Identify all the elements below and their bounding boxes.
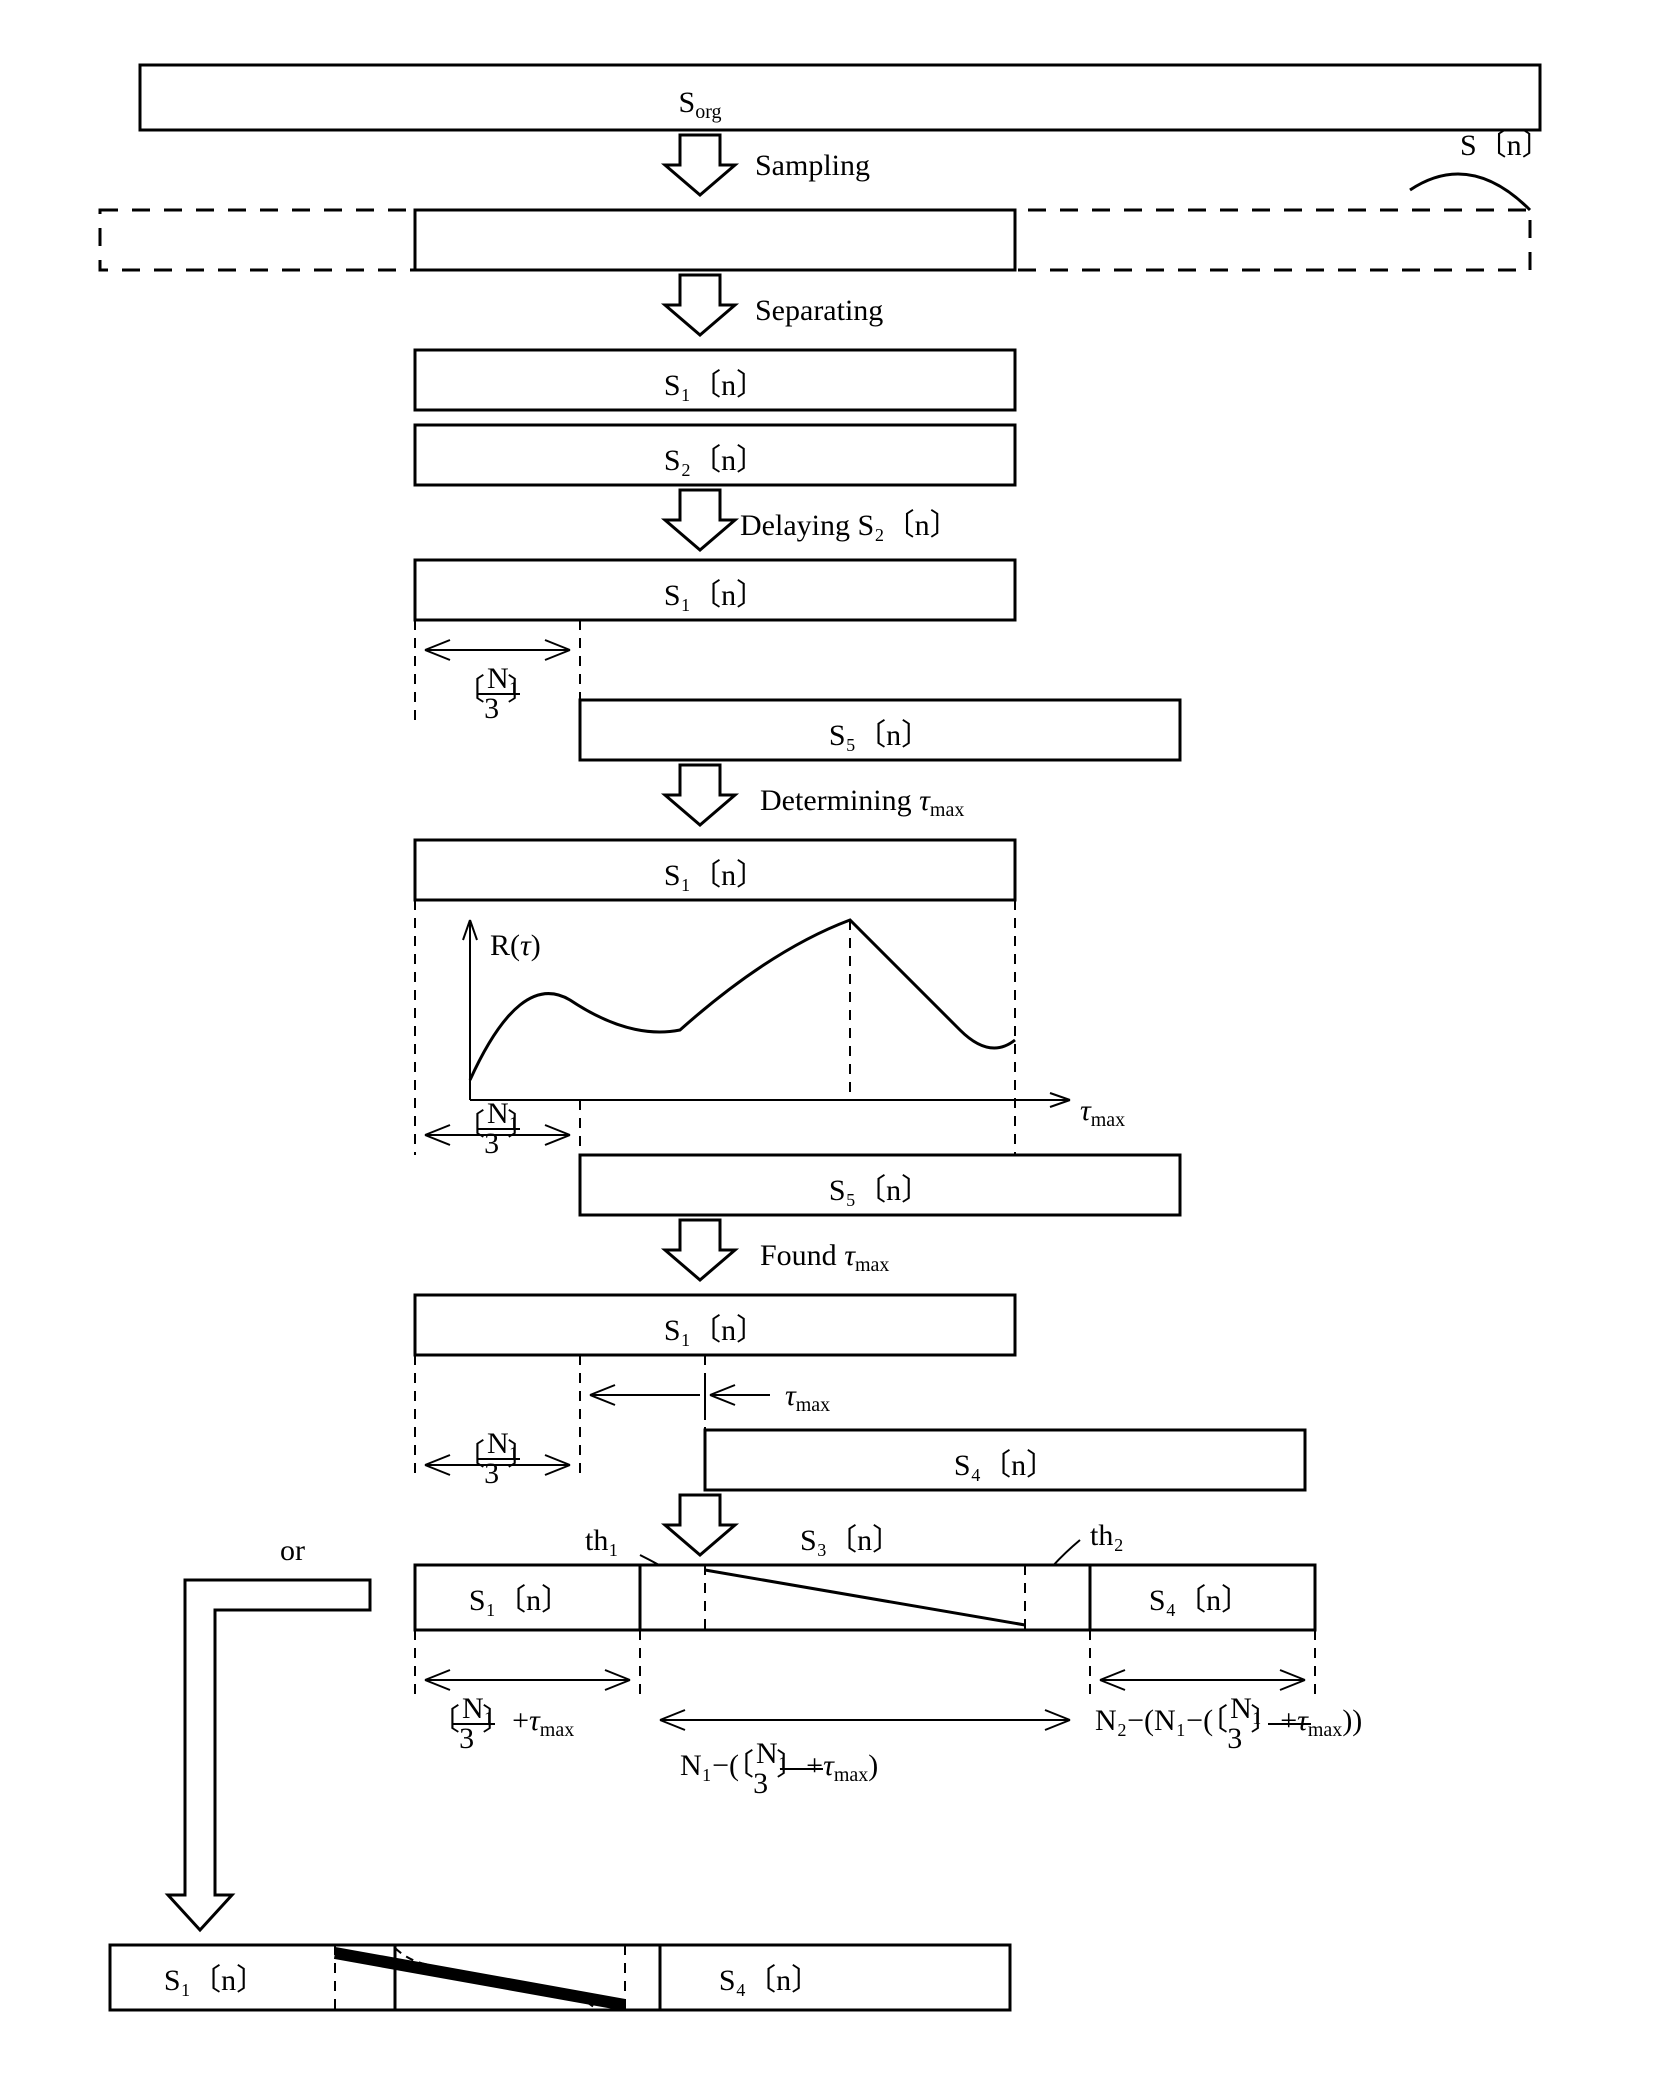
- svg-text:〔N₁3〕+τmax: 〔N₁3〕+τmax: [430, 1692, 574, 1755]
- n1-3-dim-2: 〔N₁3〕: [425, 1097, 570, 1160]
- svg-text:τmax: τmax: [1080, 1094, 1125, 1131]
- s4n-label-2: S₄〔n〕: [1149, 1584, 1251, 1617]
- or-label: or: [280, 1534, 305, 1567]
- s3n-label: S₃〔n〕: [800, 1524, 902, 1557]
- sn-inner-box: [415, 210, 1015, 270]
- or-arrow: [168, 1580, 370, 1930]
- sorg-box: [140, 65, 1540, 130]
- svg-text:N₂−(N₁−(〔N₁3〕+τmax)): N₂−(N₁−(〔N₁3〕+τmax)): [1095, 1692, 1362, 1755]
- arrow-th: [665, 1495, 735, 1555]
- n1-3-dim-1: 〔N₁3〕: [425, 640, 570, 725]
- determining-label: Determining τmax: [760, 784, 964, 821]
- separating-label: Separating: [755, 294, 883, 327]
- delaying-label: Delaying S₂〔n〕: [740, 509, 960, 542]
- s1n-label-5: S₁〔n〕: [469, 1584, 571, 1617]
- found-label: Found τmax: [760, 1239, 889, 1276]
- s1n-label-4: S₁〔n〕: [664, 1314, 766, 1347]
- sn-leader: [1410, 174, 1530, 210]
- s1n-label-1: S₁〔n〕: [664, 369, 766, 402]
- arrow-sampling: [665, 135, 735, 195]
- n1-3-dim-3: 〔N₁3〕: [425, 1427, 570, 1490]
- arrow-found: [665, 1220, 735, 1280]
- svg-text:N₁−(〔N₁3〕+τmax): N₁−(〔N₁3〕+τmax): [680, 1737, 878, 1800]
- sn-label: S〔n〕: [1460, 129, 1552, 162]
- arrow-determining: [665, 765, 735, 825]
- th2-label: th₂: [1090, 1519, 1124, 1552]
- s2n-label: S₂〔n〕: [664, 444, 766, 477]
- th1-label: th₁: [585, 1524, 619, 1557]
- arrow-delaying: [665, 490, 735, 550]
- s1n-label-2: S₁〔n〕: [664, 579, 766, 612]
- svg-text:τmax: τmax: [785, 1379, 830, 1416]
- s5n-label-1: S₅〔n〕: [829, 719, 931, 752]
- taumax-dim: τmax: [590, 1375, 830, 1420]
- s1n-label-6: S₁〔n〕: [164, 1964, 266, 1997]
- s4n-label-3: S₄〔n〕: [719, 1964, 821, 1997]
- bottom-dims: 〔N₁3〕+τmax N₁−(〔N₁3〕+τmax) N₂−(N₁−(〔N₁3〕…: [415, 1630, 1362, 1800]
- svg-text:R(τ): R(τ): [490, 929, 541, 962]
- s5n-label-2: S₅〔n〕: [829, 1174, 931, 1207]
- arrow-separating: [665, 275, 735, 335]
- s4n-label-1: S₄〔n〕: [954, 1449, 1056, 1482]
- sampling-label: Sampling: [755, 149, 870, 182]
- s1n-label-3: S₁〔n〕: [664, 859, 766, 892]
